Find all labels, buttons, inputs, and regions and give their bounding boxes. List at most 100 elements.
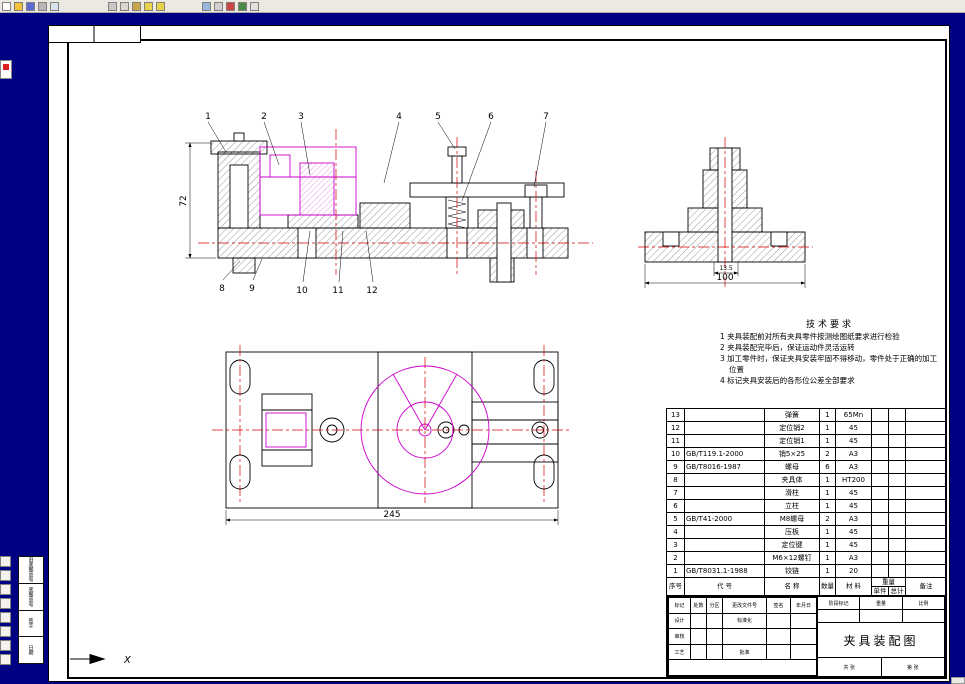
parts-cell-qty: 2 [819, 512, 836, 526]
cut-icon[interactable] [108, 1, 117, 11]
parts-cell-remark [905, 473, 947, 487]
parts-cell-name: 弹簧 [764, 408, 820, 422]
zoom-window-icon[interactable] [0, 570, 11, 581]
title-block-row [668, 659, 817, 676]
title-block-row: 设计 标准化 [668, 612, 817, 630]
drawing-title: 夹具装配图 [843, 633, 919, 648]
parts-cell-name: 铰链 [764, 564, 820, 578]
save-icon[interactable] [26, 1, 35, 11]
立柱: 6 立柱 1 45 [666, 499, 947, 513]
callout-7: 7 [543, 112, 549, 122]
parts-cell-material: 65Mn [835, 408, 872, 422]
parts-cell-no: 4 [666, 525, 685, 539]
callout-4: 4 [396, 112, 402, 122]
parts-cell-remark [905, 408, 947, 422]
parts-cell-material: A3 [835, 460, 872, 474]
title-block-row: 审核 [668, 628, 817, 645]
resize-corner[interactable] [951, 677, 965, 684]
parts-cell-material: 45 [835, 525, 872, 539]
callout-8: 8 [219, 284, 225, 294]
open-folder-icon[interactable] [14, 1, 23, 11]
parts-cell-remark [905, 538, 947, 552]
parts-cell-code: GB/T8031.1-1988 [684, 564, 765, 578]
dim-plan-width: 245 [225, 510, 559, 525]
压板: 4 压板 1 45 [666, 525, 947, 539]
drawing-paper[interactable]: 72 1 2 3 4 5 6 7 8 9 10 11 12 100 13.5 2… [48, 25, 950, 682]
螺母: 9 GB/T8016-1987 螺母 6 A3 [666, 460, 947, 474]
parts-cell-no: 3 [666, 538, 685, 552]
ortho-icon[interactable] [0, 654, 11, 665]
铰链: 1 GB/T8031.1-1988 铰链 1 20 [666, 564, 947, 578]
定位键: 3 定位键 1 45 [666, 538, 947, 552]
margin-cell: 旧底图总号 [19, 557, 43, 584]
callout-1: 1 [205, 112, 211, 122]
redo-icon[interactable] [156, 1, 165, 11]
print-icon[interactable] [38, 1, 47, 11]
parts-cell-no: 10 [666, 447, 685, 461]
dim-plan-width-text: 245 [383, 510, 400, 520]
parts-cell-qty: 1 [819, 564, 836, 578]
M6×12螺钉: 2 M6×12螺钉 1 A3 [666, 551, 947, 565]
osnap-icon[interactable] [0, 640, 11, 651]
parts-cell-material: HT200 [835, 473, 872, 487]
parts-cell-total-weight [888, 421, 906, 435]
tech-req-item: 3 加工零件时，保证夹具安装牢固不得移动，零件处于正确的加工位置 [720, 353, 938, 374]
parts-cell-no: 12 [666, 421, 685, 435]
help-icon[interactable] [250, 1, 259, 11]
callout-11: 11 [332, 286, 343, 296]
dim-front-height-text: 72 [179, 195, 189, 206]
parts-cell-total-weight [888, 447, 906, 461]
tech-req-item: 1 夹具装配前对所有夹具零件按测绘图纸要求进行检验 [720, 332, 900, 341]
parts-cell-unit-weight [871, 447, 889, 461]
new-file-icon[interactable] [2, 1, 11, 11]
pan-view-icon[interactable] [0, 598, 11, 609]
parts-cell-code [684, 499, 765, 513]
parts-cell-code [684, 434, 765, 448]
layers-icon[interactable] [226, 1, 235, 11]
pan-icon[interactable] [214, 1, 223, 11]
parts-cell-name: 立柱 [764, 499, 820, 513]
print-preview-icon[interactable] [50, 1, 59, 11]
margin-title-strip: 旧底图总号 底图总号 签字 日期 [18, 556, 44, 664]
parts-cell-qty: 1 [819, 421, 836, 435]
callout-2: 2 [261, 112, 267, 122]
undo-icon[interactable] [144, 1, 153, 11]
parts-cell-code: GB/T119.1-2000 [684, 447, 765, 461]
tech-req-title: 技术要求 [805, 320, 854, 330]
夹具体: 8 夹具体 1 HT200 [666, 473, 947, 487]
parts-cell-total-weight [888, 473, 906, 487]
parts-cell-material: A3 [835, 551, 872, 565]
title-block-sheet-info: 共 张 第 张 [818, 657, 944, 676]
parts-cell-qty: 1 [819, 408, 836, 422]
zoom-icon[interactable] [202, 1, 211, 11]
parts-cell-material: 45 [835, 499, 872, 513]
flag-icon[interactable] [0, 60, 12, 79]
parts-cell-qty: 1 [819, 486, 836, 500]
axis-marker: X [70, 653, 132, 666]
copy-icon[interactable] [120, 1, 129, 11]
parts-cell-unit-weight [871, 564, 889, 578]
parts-cell-unit-weight [871, 512, 889, 526]
parts-cell-unit-weight [871, 499, 889, 513]
parts-cell-remark [905, 499, 947, 513]
zoom-all-icon[interactable] [0, 584, 11, 595]
parts-cell-remark [905, 512, 947, 526]
title-block-right: 阶段标记 重量 比例 夹具装配图 共 张 第 张 [818, 597, 944, 676]
title-block-stage-values [818, 610, 944, 623]
parts-cell-code [684, 408, 765, 422]
parts-cell-remark [905, 525, 947, 539]
layer-control-icon[interactable] [0, 626, 11, 637]
parts-cell-code [684, 525, 765, 539]
grid-icon[interactable] [238, 1, 247, 11]
parts-cell-qty: 1 [819, 551, 836, 565]
parts-header-weight: 重量 [871, 577, 906, 587]
parts-cell-name: 夹具体 [764, 473, 820, 487]
parts-cell-qty: 1 [819, 434, 836, 448]
redraw-icon[interactable] [0, 612, 11, 623]
paste-icon[interactable] [132, 1, 141, 11]
top-toolbar [0, 0, 965, 13]
margin-cell: 签字 [19, 611, 43, 638]
parts-cell-remark [905, 447, 947, 461]
technical-requirements: 技术要求 1 夹具装配前对所有夹具零件按测绘图纸要求进行检验 2 夹具装配完毕后… [720, 317, 940, 386]
select-tool-icon[interactable] [0, 556, 11, 567]
